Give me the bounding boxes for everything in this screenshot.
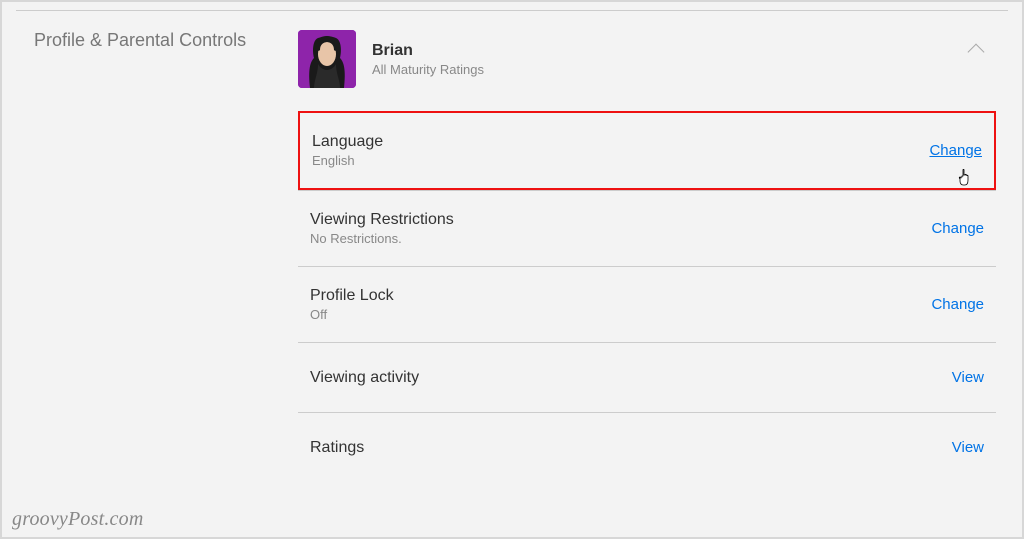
profile-settings-panel: Brian All Maturity Ratings Language Engl… [298, 22, 996, 482]
section-title: Profile & Parental Controls [34, 30, 246, 51]
divider-top [16, 10, 1008, 11]
change-restrictions-link[interactable]: Change [931, 220, 984, 237]
setting-row-language: Language English Change [298, 111, 996, 190]
profile-name: Brian [372, 42, 484, 60]
profile-info: Brian All Maturity Ratings [372, 42, 484, 77]
view-ratings-link[interactable]: View [952, 439, 984, 456]
setting-row-ratings: Ratings View [298, 412, 996, 482]
setting-row-profile-lock: Profile Lock Off Change [298, 266, 996, 342]
collapse-button[interactable] [964, 38, 988, 62]
watermark: groovyPost.com [12, 508, 143, 531]
chevron-up-icon [968, 44, 985, 61]
setting-row-viewing-activity: Viewing activity View [298, 342, 996, 412]
setting-sub-lock: Off [310, 307, 394, 322]
setting-title-restrictions: Viewing Restrictions [310, 211, 454, 229]
setting-title-lock: Profile Lock [310, 287, 394, 305]
setting-title-language: Language [312, 133, 383, 151]
avatar [298, 30, 356, 88]
change-language-link[interactable]: Change [929, 142, 982, 159]
change-lock-link[interactable]: Change [931, 296, 984, 313]
profile-maturity: All Maturity Ratings [372, 62, 484, 77]
profile-header-row[interactable]: Brian All Maturity Ratings [298, 22, 996, 112]
setting-title-ratings: Ratings [310, 439, 364, 457]
view-activity-link[interactable]: View [952, 369, 984, 386]
setting-title-activity: Viewing activity [310, 369, 419, 387]
setting-sub-restrictions: No Restrictions. [310, 231, 454, 246]
setting-sub-language: English [312, 153, 383, 168]
setting-row-viewing-restrictions: Viewing Restrictions No Restrictions. Ch… [298, 190, 996, 266]
